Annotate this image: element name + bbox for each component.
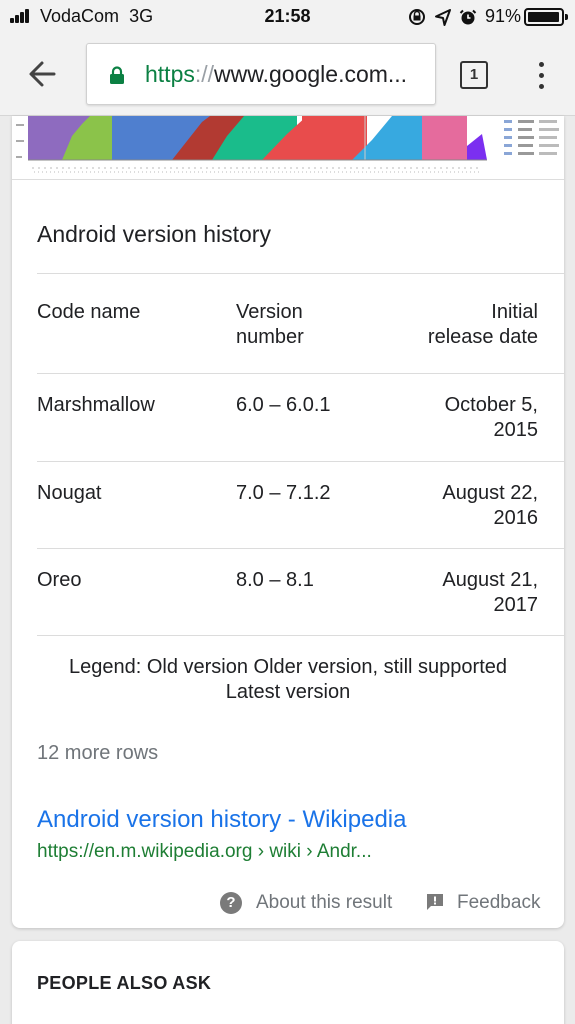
- back-button[interactable]: [22, 54, 62, 94]
- result-footer: ? About this result Feedback: [12, 890, 564, 920]
- location-icon: [435, 9, 451, 26]
- cell-code-name: Oreo: [37, 569, 82, 591]
- divider: [37, 548, 564, 549]
- address-bar[interactable]: https://www.google.com...: [86, 43, 436, 105]
- result-title-link[interactable]: Android version history - Wikipedia: [37, 806, 406, 834]
- battery-icon: [524, 8, 568, 26]
- version-share-chart-image[interactable]: [12, 116, 564, 180]
- cell-version: 7.0 – 7.1.2: [236, 482, 331, 504]
- cell-release-date: August 22, 2016: [442, 482, 538, 529]
- arrow-left-icon: [29, 61, 56, 87]
- alarm-icon: [459, 9, 477, 25]
- cell-code-name: Nougat: [37, 482, 102, 504]
- tab-switcher-button[interactable]: 1: [460, 61, 488, 89]
- feedback-link[interactable]: Feedback: [457, 892, 540, 914]
- browser-toolbar: https://www.google.com... 1: [0, 34, 575, 116]
- people-also-ask-title: PEOPLE ALSO ASK: [37, 973, 212, 993]
- result-url: https://en.m.wikipedia.org › wiki › Andr…: [37, 841, 372, 862]
- divider: [37, 373, 564, 374]
- lock-icon: [110, 66, 124, 84]
- rotation-lock-icon: [409, 9, 425, 25]
- divider: [37, 461, 564, 462]
- header-version-number: Version number: [236, 301, 304, 348]
- url-text: https://www.google.com...: [145, 61, 408, 87]
- help-icon[interactable]: ?: [220, 892, 242, 914]
- more-rows-link[interactable]: 12 more rows: [37, 742, 158, 765]
- status-bar: VodaCom 3G 21:58 91%: [0, 0, 575, 34]
- cell-release-date: August 21, 2017: [442, 569, 538, 616]
- header-code-name: Code name: [37, 301, 141, 323]
- status-icons: [408, 7, 480, 27]
- cell-version: 6.0 – 6.0.1: [236, 394, 331, 416]
- about-result-link[interactable]: About this result: [256, 892, 392, 914]
- people-also-ask-card: PEOPLE ALSO ASK: [12, 941, 564, 1024]
- cell-release-date: October 5, 2015: [444, 394, 538, 441]
- cell-version: 8.0 – 8.1: [236, 569, 314, 591]
- knowledge-card: Android version history Code name Versio…: [12, 116, 564, 928]
- section-title: Android version history: [37, 221, 271, 247]
- cell-code-name: Marshmallow: [37, 394, 155, 416]
- battery-percent: 91%: [485, 6, 522, 26]
- header-release-date: Initial release date: [427, 301, 538, 348]
- feedback-icon[interactable]: [425, 893, 445, 911]
- more-menu-button[interactable]: [532, 62, 552, 90]
- divider: [37, 273, 564, 274]
- table-legend: Legend: Old version Older version, still…: [68, 656, 507, 703]
- divider: [37, 635, 564, 636]
